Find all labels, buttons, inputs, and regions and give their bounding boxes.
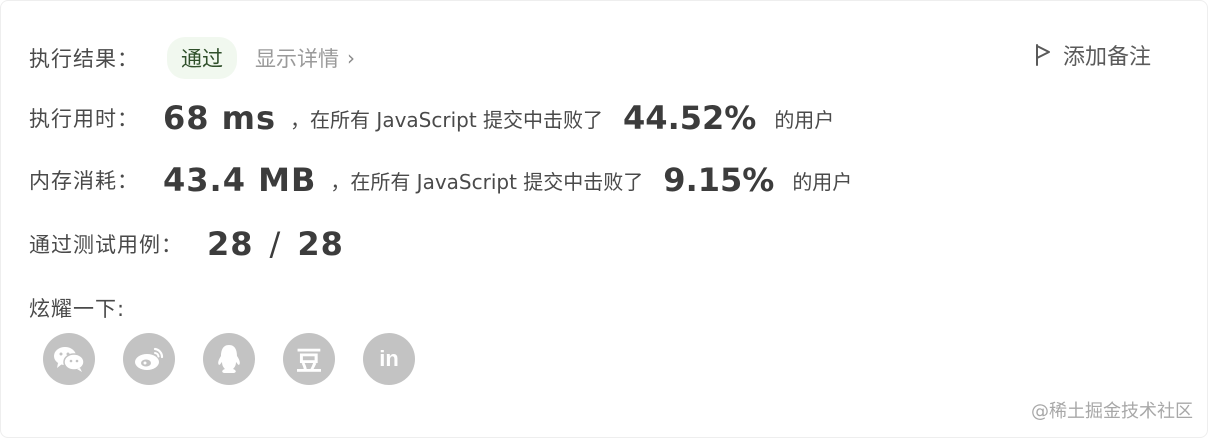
submission-result-card: 执行结果： 通过 显示详情 › 添加备注 执行用时： 68 ms ，在所有 Ja… xyxy=(0,0,1208,438)
weibo-icon xyxy=(135,347,164,370)
show-details-label: 显示详情 xyxy=(255,47,339,71)
chevron-right-icon: › xyxy=(347,46,355,70)
tests-row: 通过测试用例： 28 / 28 xyxy=(29,225,344,263)
runtime-percent: 44.52% xyxy=(623,99,757,137)
add-note-button[interactable]: 添加备注 xyxy=(1035,39,1151,71)
tests-label: 通过测试用例： xyxy=(29,233,183,257)
share-label: 炫耀一下: xyxy=(29,297,126,321)
memory-text-after: 的用户 xyxy=(792,169,853,194)
memory-row: 内存消耗： 43.4 MB ，在所有 JavaScript 提交中击败了 9.1… xyxy=(29,161,852,199)
tests-passed: 28 xyxy=(207,225,254,263)
linkedin-icon: in xyxy=(379,346,399,371)
memory-value: 43.4 MB xyxy=(163,161,317,199)
add-note-label: 添加备注 xyxy=(1062,45,1151,70)
result-label: 执行结果： xyxy=(29,47,139,71)
runtime-text-before: ，在所有 JavaScript 提交中击败了 xyxy=(290,107,604,132)
result-row: 执行结果： 通过 显示详情 › xyxy=(29,37,355,79)
share-douban-button[interactable]: 豆 xyxy=(283,333,335,385)
memory-label: 内存消耗： xyxy=(29,169,139,193)
memory-text-before: ，在所有 JavaScript 提交中击败了 xyxy=(330,169,644,194)
share-buttons: 豆 in xyxy=(43,333,443,385)
flag-icon xyxy=(1035,44,1050,66)
share-weibo-button[interactable] xyxy=(123,333,175,385)
runtime-value: 68 ms xyxy=(163,99,277,137)
qq-icon xyxy=(218,345,240,373)
share-linkedin-button[interactable]: in xyxy=(363,333,415,385)
tests-separator: / xyxy=(269,225,282,263)
status-badge: 通过 xyxy=(167,37,237,79)
watermark: @稀土掘金技术社区 xyxy=(1031,401,1193,422)
share-wechat-button[interactable] xyxy=(43,333,95,385)
runtime-label: 执行用时： xyxy=(29,107,139,131)
share-qq-button[interactable] xyxy=(203,333,255,385)
wechat-icon xyxy=(54,347,85,372)
memory-percent: 9.15% xyxy=(663,161,775,199)
runtime-row: 执行用时： 68 ms ，在所有 JavaScript 提交中击败了 44.52… xyxy=(29,99,834,137)
share-row-label: 炫耀一下: xyxy=(29,293,125,323)
runtime-text-after: 的用户 xyxy=(774,107,835,132)
douban-icon: 豆 xyxy=(295,346,322,377)
show-details-link[interactable]: 显示详情 › xyxy=(255,43,355,73)
tests-total: 28 xyxy=(297,225,344,263)
